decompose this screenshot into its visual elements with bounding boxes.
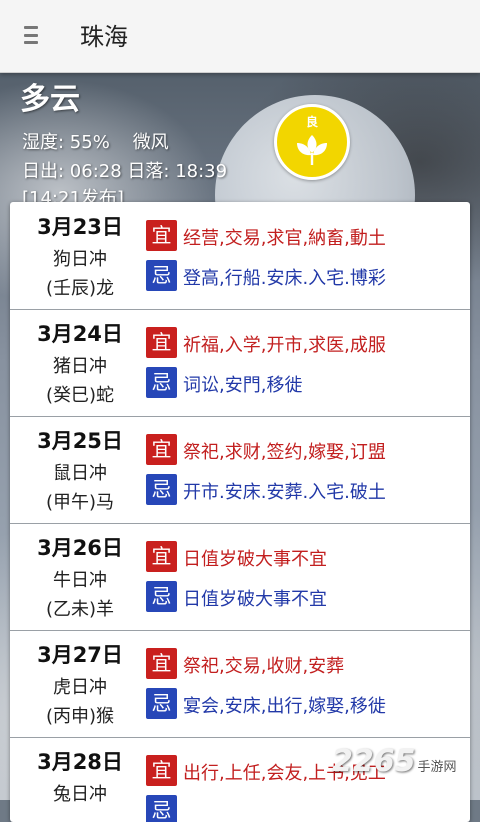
almanac-row[interactable]: 3月26日牛日冲 (乙未)羊 宜日值岁破大事不宜忌日值岁破大事不宜 — [10, 523, 470, 631]
almanac-list: 3月23日 狗日冲 (壬辰)龙宜经营,交易,求官,納畜,動土忌登高,行船.安床.入宅… — [10, 202, 470, 822]
day-conflict: 鼠日冲 — [53, 463, 107, 484]
avoid-activities: 开市.安床.安葬.入宅.破土 — [183, 482, 386, 503]
humidity-text: 湿度: 55% — [22, 132, 110, 153]
day-ganzhi: (乙未)羊 — [45, 599, 115, 620]
avoid-activities: 登高,行船.安床.入宅.博彩 — [183, 268, 386, 289]
day-ganzhi: (丙申)猴 — [45, 706, 115, 727]
avoid-badge: 忌 — [146, 688, 177, 719]
avoid-badge: 忌 — [146, 367, 177, 398]
day-date: 3月26日 — [37, 536, 123, 560]
avoid-activities: 词讼,安門,移徙 — [183, 375, 303, 396]
almanac-row[interactable]: 3月23日狗日冲 (壬辰)龙 宜经营,交易,求官,納畜,動土忌登高,行船.安床.入宅… — [10, 202, 470, 310]
almanac-row[interactable]: 3月27日虎日冲 (丙申)猴 宜祭祀,交易,收财,安葬忌宴会,安床,出行,嫁娶,移徙 — [10, 630, 470, 738]
suitable-badge: 宜 — [146, 220, 177, 251]
weather-condition: 多云 — [20, 82, 80, 117]
avoid-badge: 忌 — [146, 795, 177, 822]
suitable-activities: 祈福,入学,开市,求医,成服 — [183, 335, 386, 356]
suitable-badge: 宜 — [146, 755, 177, 786]
day-date: 3月27日 — [37, 643, 123, 667]
humidity-wind: 湿度: 55% 微风 — [22, 128, 169, 154]
avoid-activities: 日值岁破大事不宜 — [183, 589, 327, 610]
watermark-number: 2265 — [332, 744, 416, 779]
sunrise-text: 日出: 06:28 — [22, 161, 122, 182]
almanac-row[interactable]: 3月25日鼠日冲 (甲午)马 宜祭祀,求财,签约,嫁娶,订盟忌开市.安床.安葬.入宅… — [10, 416, 470, 524]
air-quality-badge[interactable]: 良 — [274, 104, 350, 180]
day-conflict: 兔日冲 — [53, 784, 107, 805]
day-date: 3月24日 — [37, 322, 123, 346]
suitable-activities: 日值岁破大事不宜 — [183, 549, 327, 570]
suitable-badge: 宜 — [146, 327, 177, 358]
suitable-activities: 祭祀,交易,收财,安葬 — [183, 656, 345, 677]
day-conflict: 虎日冲 — [53, 677, 107, 698]
wind-text: 微风 — [132, 132, 169, 153]
avoid-badge: 忌 — [146, 581, 177, 612]
day-date: 3月28日 — [37, 750, 123, 774]
day-date: 3月25日 — [37, 429, 123, 453]
sunset-text: 日落: 18:39 — [127, 161, 228, 182]
avoid-badge: 忌 — [146, 260, 177, 291]
app-bar: 珠海 — [0, 0, 480, 73]
day-date: 3月23日 — [37, 215, 123, 239]
site-watermark: 2265 手游网 — [332, 744, 457, 779]
avoid-activities: 宴会,安床,出行,嫁娶,移徙 — [183, 696, 386, 717]
day-ganzhi: (癸巳)蛇 — [45, 385, 115, 406]
watermark-site: 手游网 — [417, 760, 457, 775]
suitable-badge: 宜 — [146, 541, 177, 572]
suitable-badge: 宜 — [146, 648, 177, 679]
day-ganzhi: (甲午)马 — [45, 492, 115, 513]
leaf-icon — [297, 135, 327, 165]
menu-icon[interactable] — [24, 26, 38, 44]
suitable-badge: 宜 — [146, 434, 177, 465]
aqi-label: 良 — [305, 115, 318, 129]
sun-times: 日出: 06:28 日落: 18:39 — [22, 157, 227, 183]
day-conflict: 猪日冲 — [53, 356, 107, 377]
day-ganzhi: (壬辰)龙 — [45, 278, 115, 299]
avoid-badge: 忌 — [146, 474, 177, 505]
suitable-activities: 经营,交易,求官,納畜,動土 — [183, 228, 386, 249]
city-title: 珠海 — [80, 23, 128, 51]
day-conflict: 狗日冲 — [53, 249, 107, 270]
day-conflict: 牛日冲 — [53, 570, 107, 591]
suitable-activities: 祭祀,求财,签约,嫁娶,订盟 — [183, 442, 386, 463]
almanac-row[interactable]: 3月24日猪日冲 (癸巳)蛇 宜祈福,入学,开市,求医,成服忌词讼,安門,移徙 — [10, 309, 470, 417]
